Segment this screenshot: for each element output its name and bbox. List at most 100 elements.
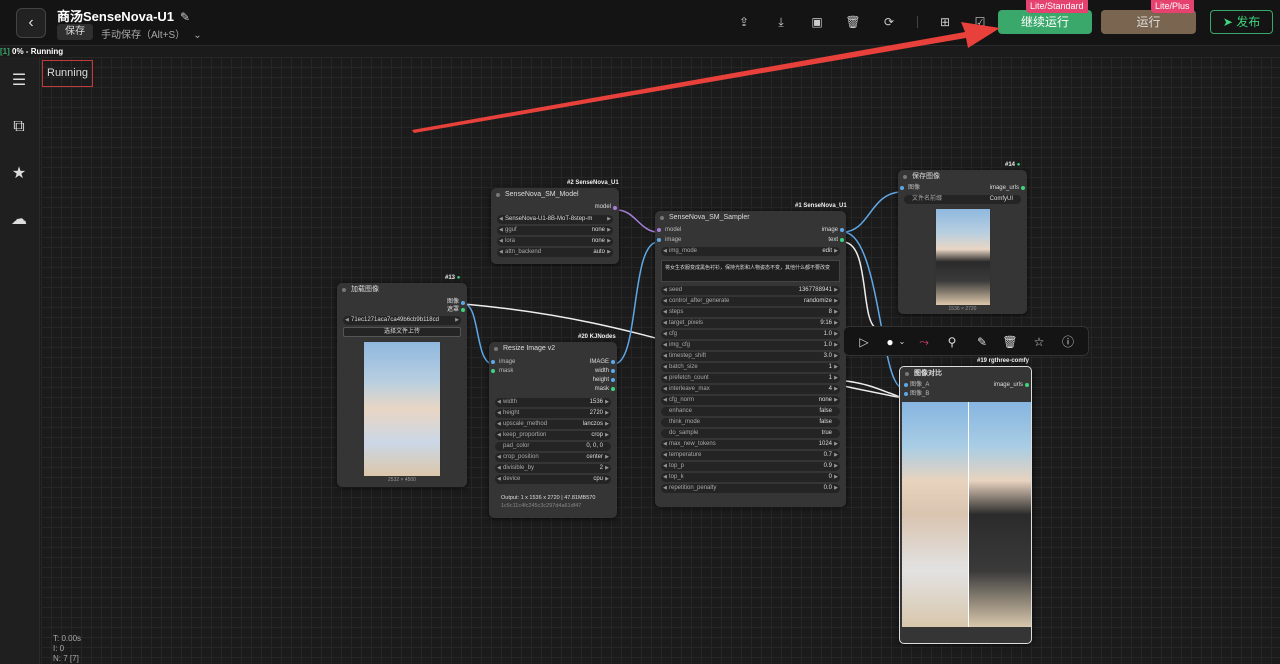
input-slot-image[interactable]: image: [489, 358, 549, 367]
slot-dot[interactable]: [657, 228, 661, 232]
widget-height[interactable]: height 2720: [495, 409, 611, 418]
upload-button[interactable]: 选择文件上传: [343, 327, 461, 337]
widget-crop-position[interactable]: crop_position center: [495, 453, 611, 462]
widget-think-mode[interactable]: think_mode false: [661, 418, 840, 427]
publish-button[interactable]: ➤ 发布: [1210, 10, 1273, 34]
slot-dot[interactable]: [900, 186, 904, 190]
help-icon[interactable]: ⓘ: [1060, 334, 1076, 350]
widget-steps[interactable]: steps 8: [661, 308, 840, 317]
node-save-image[interactable]: 保存图像 图像 image_urls 文件名前缀 ComfyUI 1536 × 2…: [898, 170, 1027, 314]
node-load-image[interactable]: 加载图像 图像 遮罩 71ec1271aca7ca49b6cb9b118cd 选…: [337, 283, 467, 487]
widget-upscale-method[interactable]: upscale_method lanczos: [495, 420, 611, 429]
slot-dot[interactable]: [491, 360, 495, 364]
grid-icon[interactable]: ⊞: [937, 14, 953, 30]
widget-seed[interactable]: seed 1367788941: [661, 286, 840, 295]
slot-dot[interactable]: [611, 360, 615, 364]
upload-icon[interactable]: ⇪: [736, 14, 752, 30]
bypass-icon[interactable]: ⤳: [916, 334, 932, 350]
trash-icon[interactable]: 🗑: [1002, 334, 1018, 350]
slot-dot[interactable]: [1025, 383, 1029, 387]
workflow-title[interactable]: 商汤SenseNova-U1 ✎: [57, 6, 190, 25]
play-icon[interactable]: ▷: [856, 334, 872, 350]
slot-dot[interactable]: [613, 206, 617, 210]
widget-interleave-max[interactable]: interleave_max 4: [661, 385, 840, 394]
slot-dot[interactable]: [840, 238, 844, 242]
refresh-icon[interactable]: ⟳: [881, 14, 897, 30]
chevron-down-icon[interactable]: ⌄: [193, 30, 201, 41]
widget-batch-size[interactable]: batch_size 1: [661, 363, 840, 372]
widget-do-sample[interactable]: do_sample true: [661, 429, 840, 438]
node-model[interactable]: SenseNova_SM_Model model SenseNova-U1-8B…: [491, 188, 619, 264]
back-button[interactable]: ‹: [16, 8, 46, 38]
widget-cfg-norm[interactable]: cfg_norm none: [661, 396, 840, 405]
widget-timestep-shift[interactable]: timestep_shift 3.0: [661, 352, 840, 361]
widget-width[interactable]: width 1536: [495, 398, 611, 407]
widget-cfg[interactable]: cfg 1.0: [661, 330, 840, 339]
star-icon[interactable]: ★: [9, 164, 29, 184]
widget-divisible-by[interactable]: divisible_by 2: [495, 464, 611, 473]
save-hint[interactable]: 手动保存（Alt+S） ⌄: [101, 26, 202, 41]
cloud-icon[interactable]: ☁: [9, 210, 29, 230]
filename-prefix-input[interactable]: 文件名前缀 ComfyUI: [904, 195, 1021, 204]
output-slot[interactable]: 遮罩: [337, 306, 467, 314]
lora-select[interactable]: lora none: [497, 237, 613, 246]
attn-backend-select[interactable]: attn_backend auto: [497, 248, 613, 257]
widget-repetition-penalty[interactable]: repetition_penalty 0.0: [661, 484, 840, 493]
widget-temperature[interactable]: temperature 0.7: [661, 451, 840, 460]
prompt-textarea[interactable]: 将女生衣服变成黑色衬衫，保持光影和人物姿态不变，其他什么都不要改变: [661, 260, 840, 282]
slot-dot[interactable]: [611, 387, 615, 391]
edit-box-icon[interactable]: ☑: [972, 14, 988, 30]
slot-dot[interactable]: [904, 383, 908, 387]
output-slot-image[interactable]: IMAGE: [557, 358, 617, 367]
file-select[interactable]: 71ec1271aca7ca49b6cb9b118cd: [343, 316, 461, 325]
image-icon[interactable]: ▣: [809, 14, 825, 30]
save-button[interactable]: 保存: [57, 24, 93, 40]
chevron-down-icon[interactable]: ⌄: [894, 334, 910, 350]
output-slot-image[interactable]: image: [766, 225, 846, 235]
slot-dot[interactable]: [904, 392, 908, 396]
comparison-divider[interactable]: [968, 402, 969, 627]
widget-top-k[interactable]: top_k 0: [661, 473, 840, 482]
slot-dot[interactable]: [461, 308, 465, 312]
model-name-select[interactable]: SenseNova-U1-8B-MoT-8step-m: [497, 215, 613, 224]
widget-keep-proportion[interactable]: keep_proportion crop: [495, 431, 611, 440]
widget-device[interactable]: device cpu: [495, 475, 611, 484]
slot-dot[interactable]: [840, 228, 844, 232]
node-resize-image[interactable]: Resize Image v2 image mask IMAGE width h…: [489, 342, 617, 518]
input-slot-mask[interactable]: mask: [489, 367, 549, 376]
widget-target-pixels[interactable]: target_pixels 9:16: [661, 319, 840, 328]
output-slot-text[interactable]: text: [766, 235, 846, 245]
trash-icon[interactable]: 🗑: [845, 14, 861, 30]
output-slot-mask[interactable]: mask: [557, 385, 617, 394]
output-slot-model[interactable]: model: [491, 202, 619, 213]
pin-icon[interactable]: ⚲: [944, 334, 960, 350]
pencil-icon[interactable]: ✎: [974, 334, 990, 350]
hierarchy-icon[interactable]: ⧉: [9, 117, 29, 137]
download-icon[interactable]: ⤓: [773, 14, 789, 30]
gguf-select[interactable]: gguf none: [497, 226, 613, 235]
widget-pad-color[interactable]: pad_color 0, 0, 0: [495, 442, 611, 451]
widget-prefetch-count[interactable]: prefetch_count 1: [661, 374, 840, 383]
slot-dot[interactable]: [657, 238, 661, 242]
slot-dot[interactable]: [461, 301, 465, 305]
output-slot-height[interactable]: height: [557, 376, 617, 385]
widget-img-mode[interactable]: img_mode edit: [661, 247, 840, 256]
widget-control-after-generate[interactable]: control_after_generate randomize: [661, 297, 840, 306]
output-slot-width[interactable]: width: [557, 367, 617, 376]
pencil-icon[interactable]: ✎: [180, 10, 190, 24]
comparison-image[interactable]: [902, 402, 1031, 627]
node-image-compare[interactable]: 图像对比 图像_A image_urls 图像_B: [899, 366, 1032, 644]
run-button[interactable]: 运行: [1101, 10, 1196, 34]
continue-run-button[interactable]: 继续运行: [998, 10, 1092, 34]
input-slot-image[interactable]: image: [655, 235, 735, 245]
slot-dot[interactable]: [491, 369, 495, 373]
document-icon[interactable]: ☰: [9, 71, 29, 91]
node-sampler[interactable]: SenseNova_SM_Sampler model image image t…: [655, 211, 846, 507]
slot-dot[interactable]: [611, 378, 615, 382]
widget-top-p[interactable]: top_p 0.9: [661, 462, 840, 471]
slot-dot[interactable]: [611, 369, 615, 373]
input-slot-model[interactable]: model: [655, 225, 735, 235]
star-icon[interactable]: ☆: [1031, 334, 1047, 350]
widget-max-new-tokens[interactable]: max_new_tokens 1024: [661, 440, 840, 449]
widget-enhance[interactable]: enhance false: [661, 407, 840, 416]
